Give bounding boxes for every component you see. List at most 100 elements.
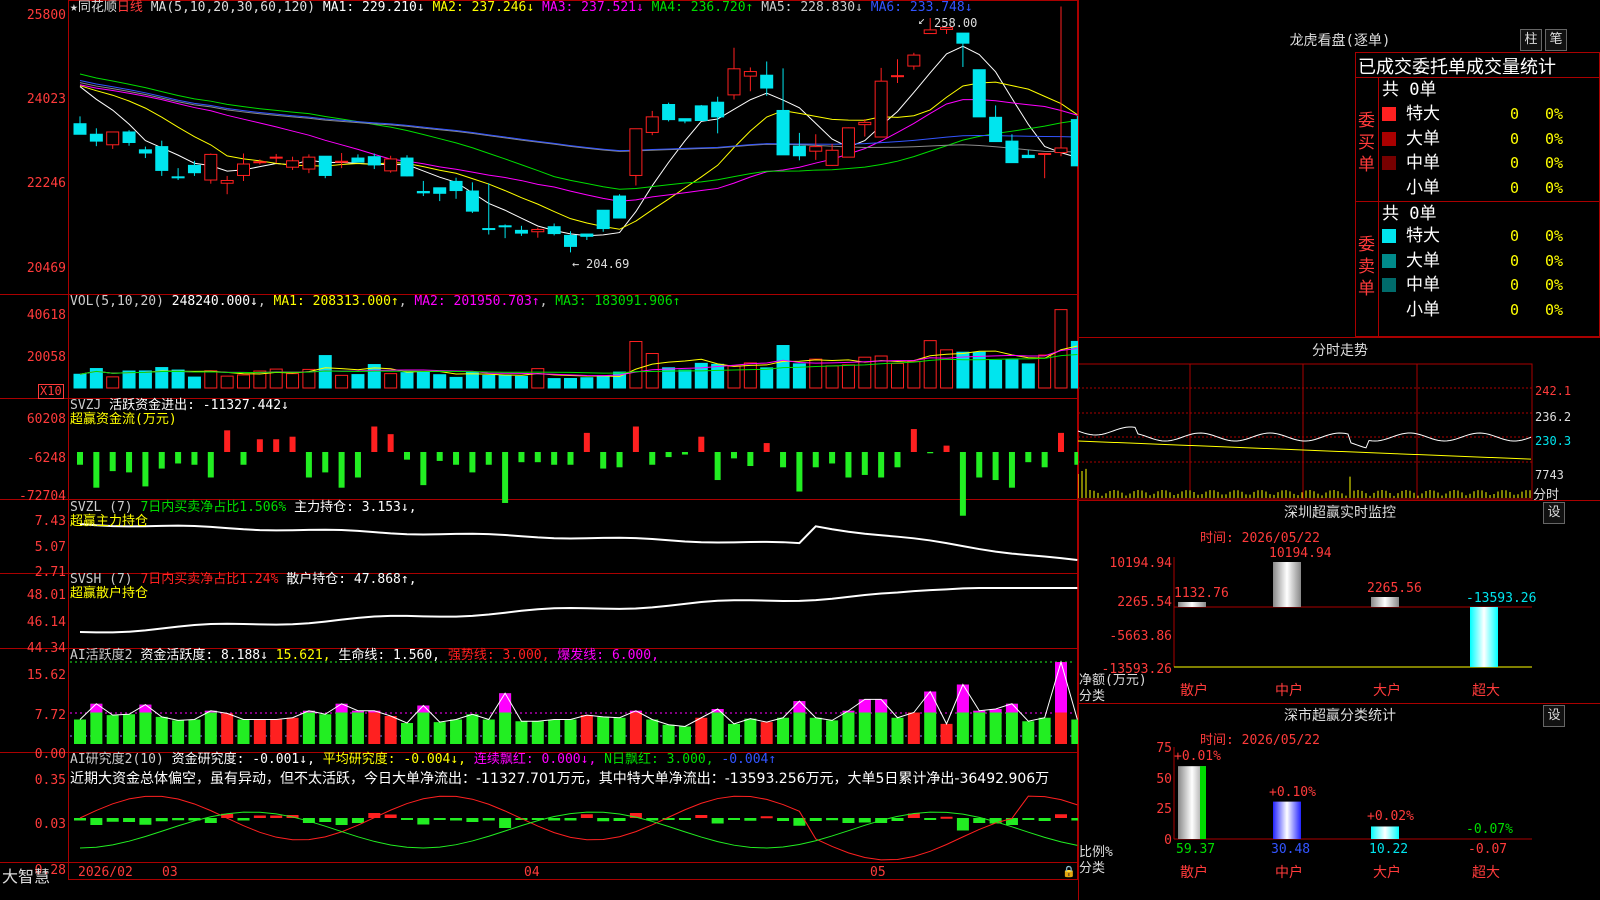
money-flow-bar — [485, 452, 492, 465]
money-flow-bar — [763, 443, 770, 452]
sell-row-value: 0 — [1510, 251, 1520, 270]
vol-value: 248240.000↓ — [171, 294, 258, 309]
svzj-subtitle: 超赢资金流(万元) — [70, 412, 177, 427]
sz-category: 中户 — [1275, 683, 1303, 699]
ss-bar-value: 10.22 — [1369, 842, 1409, 857]
ss-bar-change: -0.07% — [1466, 822, 1513, 837]
buy-row-swatch — [1382, 181, 1396, 195]
ss-bar-value: -0.07 — [1468, 842, 1508, 857]
kline-chart[interactable] — [0, 0, 1078, 880]
candle-body — [662, 104, 676, 121]
activity-burst-bar — [924, 691, 937, 713]
money-flow-bar — [224, 430, 231, 452]
money-flow-bar — [1025, 452, 1032, 463]
activity-bar — [221, 713, 234, 744]
ma3-value: MA3: 237.521↓ — [542, 0, 644, 15]
money-flow-bar — [681, 452, 688, 455]
activity-bar — [450, 719, 463, 744]
ss-bar-accent — [1200, 766, 1206, 839]
activity-bar — [613, 717, 626, 744]
candle-body — [237, 163, 250, 176]
activity-bar — [106, 715, 119, 744]
x-axis-label: 2026/02 — [78, 865, 133, 880]
activity-bar — [204, 710, 217, 744]
money-flow-bar — [1041, 452, 1048, 468]
volume-bar — [482, 374, 496, 389]
pen-view-button[interactable]: 笔 — [1545, 29, 1567, 51]
volume-bar — [907, 360, 921, 389]
longhu-title: 龙虎看盘(逐单) — [1289, 33, 1391, 49]
candle-body — [482, 228, 496, 231]
research-bar — [253, 815, 266, 818]
svsh-holding: 散户持仓: 47.868↑, — [286, 572, 417, 587]
sell-row-pct: 0% — [1545, 276, 1564, 294]
research-bar — [466, 818, 479, 822]
research-bar — [482, 818, 495, 821]
candle-body — [106, 131, 120, 146]
research-bar — [1071, 818, 1078, 821]
low-arrow-icon: ← — [572, 257, 580, 271]
money-flow-bar — [959, 452, 966, 516]
ma-params: MA(5,10,20,30,60,120) — [150, 0, 316, 15]
sell-row-value: 0 — [1510, 276, 1520, 294]
research-bar — [842, 818, 855, 823]
money-flow-bar — [698, 436, 705, 452]
sell-row-label: 小单 — [1406, 299, 1440, 320]
sz-bar — [1470, 607, 1498, 667]
candle-body — [155, 146, 169, 171]
money-flow-bar — [878, 452, 885, 478]
ma1-value: MA1: 229.210↓ — [322, 0, 425, 15]
candle-body — [809, 146, 823, 152]
period-label[interactable]: 日线 — [117, 0, 143, 15]
ai2-header: AI研究度2(10) 资金研究度: -0.001↓, 平均研究度: -0.004… — [70, 752, 776, 768]
research-bar — [580, 814, 593, 818]
volume-bar — [187, 376, 201, 389]
ai2-red: 连续飘红: 0.000↓, — [473, 752, 597, 767]
candle-body — [1054, 147, 1068, 154]
sell-row-label: 大单 — [1406, 250, 1440, 271]
candle-body — [286, 160, 300, 168]
ai2-nred: N日飘红: 3.000, — [604, 752, 714, 767]
activity-bar — [940, 723, 953, 744]
volume-bar — [351, 374, 365, 389]
sz-category: 超大 — [1472, 683, 1500, 699]
tab-volume-stats[interactable]: 成交量统计 — [1466, 53, 1556, 79]
activity-bar — [531, 721, 544, 744]
candle-body — [678, 118, 692, 122]
volume-bar — [678, 369, 692, 389]
lock-icon[interactable]: 🔒 — [1062, 865, 1076, 878]
research-bar — [237, 818, 250, 821]
candle-body — [73, 123, 87, 135]
favorite-star-icon[interactable]: ★ — [70, 0, 78, 15]
candle-body — [694, 105, 708, 122]
research-bar — [858, 818, 871, 823]
money-flow-bar — [207, 452, 214, 478]
money-flow-bar — [93, 452, 100, 488]
money-flow-bar — [109, 452, 116, 472]
money-flow-bar — [534, 452, 541, 463]
volume-bar — [514, 375, 528, 389]
volume-bar — [580, 377, 594, 389]
research-bar — [155, 818, 168, 822]
activity-bar — [662, 724, 675, 744]
ma3-line — [79, 84, 1078, 202]
buy-row-pct: 0% — [1545, 105, 1564, 123]
ai2-title: AI研究度2(10) — [70, 752, 164, 767]
buy-row-label: 大单 — [1406, 128, 1440, 149]
candle-body — [1070, 119, 1078, 167]
research-bar — [417, 818, 430, 825]
volume-bar — [596, 375, 610, 389]
ma2-line — [79, 81, 1078, 230]
candle-body — [400, 157, 414, 177]
volume-bar — [776, 345, 790, 389]
right-charts — [1078, 363, 1533, 840]
bar-view-button[interactable]: 柱 — [1520, 29, 1542, 51]
activity-bar — [777, 717, 790, 744]
volume-bar — [972, 351, 986, 389]
ss-category: 散户 — [1180, 865, 1208, 881]
activity-bar — [989, 709, 1002, 744]
tab-orders[interactable]: 已成交委托单 — [1358, 53, 1466, 79]
fenshi-avg-line — [1078, 440, 1532, 460]
volume-bar — [122, 370, 136, 389]
ai1-header: AI活跃度2 资金活跃度: 8.188↓ 15.621, 生命线: 1.560,… — [70, 648, 659, 664]
